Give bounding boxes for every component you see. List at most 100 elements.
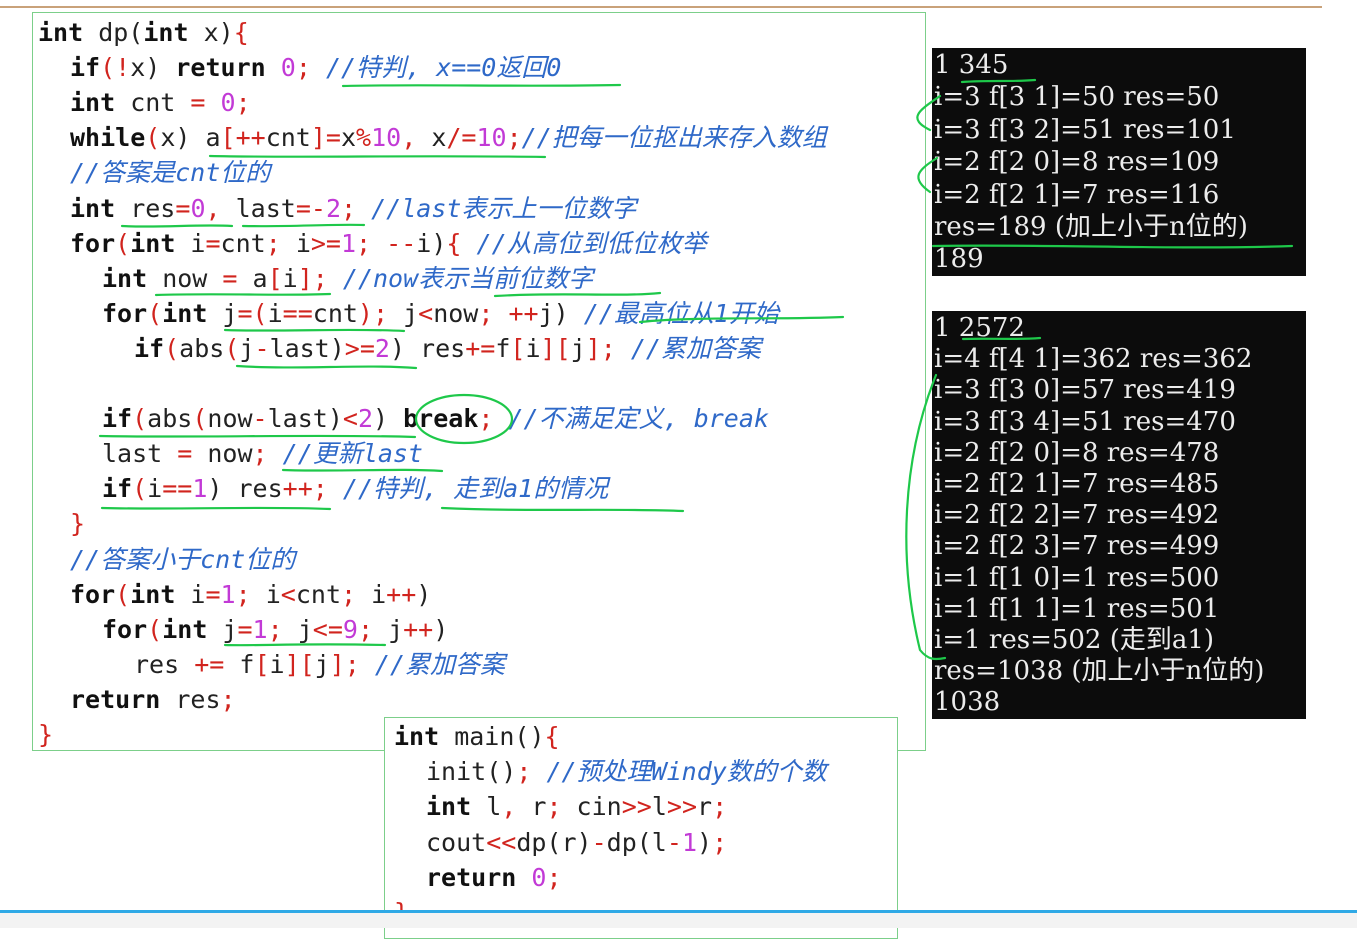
code-token: //预处理Windy数的个数: [546, 757, 827, 787]
code-token: ,: [205, 193, 221, 223]
code-token: ;: [267, 614, 283, 644]
code-token: j: [314, 649, 330, 679]
code-token: }: [38, 720, 54, 749]
code-token: >>: [666, 792, 697, 822]
code-token: j: [207, 298, 238, 328]
code-token: int: [426, 792, 472, 822]
code-token: i): [416, 228, 447, 258]
code-token: //更新last: [282, 439, 423, 469]
code-token: //把每一位抠出来存入数组: [521, 123, 827, 153]
code-token: (: [224, 333, 240, 363]
code-token: ;: [341, 193, 357, 223]
code-token: dp(r): [516, 827, 592, 857]
code-token: j: [570, 333, 586, 363]
code-token: if: [102, 474, 133, 504]
code-token: x): [188, 18, 234, 47]
code-token: ): [416, 579, 432, 609]
terminal-line: res=1038 (加上小于n位的): [934, 656, 1265, 687]
code-token: now: [207, 404, 253, 434]
code-token: i: [269, 649, 285, 679]
code-token: ;: [356, 228, 372, 258]
code-token: last): [267, 404, 343, 434]
terminal-line: i=1 f[1 1]=1 res=501: [934, 593, 1220, 624]
code-token: j: [239, 333, 255, 363]
code-token: 10: [371, 123, 402, 153]
code-token: i: [175, 579, 206, 609]
code-token: l: [471, 792, 502, 822]
code-token: =(: [237, 298, 268, 328]
code-token: ==: [162, 474, 193, 504]
code-token: a: [237, 263, 268, 293]
code-token: for: [70, 579, 116, 609]
code-token: 2: [357, 404, 373, 434]
code-token: 1: [220, 579, 236, 609]
code-token: r: [697, 792, 713, 822]
code-token: cnt: [295, 579, 341, 609]
code-token: x: [416, 123, 447, 153]
code-token: i: [356, 579, 387, 609]
code-token: {: [544, 722, 560, 751]
code-token: int: [130, 228, 176, 258]
code-token: ;: [516, 757, 532, 787]
code-token: return: [426, 862, 517, 892]
code-token: //不满足定义, break: [508, 404, 769, 434]
code-token: abs: [147, 404, 193, 434]
code-token: ];: [297, 263, 328, 293]
dp-code-line: int now = a[i]; //now表示当前位数字: [102, 262, 593, 296]
code-token: for: [70, 228, 116, 258]
code-token: [++: [220, 123, 266, 153]
code-token: f: [495, 333, 511, 363]
code-token: =: [177, 439, 193, 469]
code-token: cout: [426, 827, 487, 857]
code-token: j): [538, 298, 584, 328]
code-token: ;: [712, 792, 728, 822]
terminal-output-2572: 1 2572 i=4 f[4 1]=362 res=362 i=3 f[3 0]=5…: [932, 311, 1306, 719]
code-token: //特判, 走到a1的情况: [342, 474, 609, 504]
code-token: x): [130, 53, 176, 83]
dp-code-line: for(int i=cnt; i>=1; --i){ //从高位到低位枚举: [70, 227, 707, 261]
code-token: j: [373, 614, 404, 644]
code-token: -: [254, 333, 270, 363]
terminal-output-345: 1 345 i=3 f[3 1]=50 res=50 i=3 f[3 2]=51 r…: [932, 48, 1306, 276]
code-token: }: [70, 509, 86, 539]
terminal-line: i=2 f[2 2]=7 res=492: [934, 500, 1220, 531]
code-token: ): [697, 827, 713, 857]
code-token: for: [102, 298, 148, 328]
code-token: /=: [446, 123, 477, 153]
code-token: l: [651, 792, 667, 822]
code-token: 2: [325, 193, 341, 223]
code-token: i: [282, 263, 298, 293]
code-token: return: [70, 684, 161, 714]
code-token: if: [70, 53, 101, 83]
main-code-line: int main(){: [394, 720, 560, 754]
code-token: ): [373, 404, 404, 434]
code-token: now: [192, 439, 253, 469]
code-token: i: [250, 579, 281, 609]
code-token: i: [267, 298, 283, 328]
code-token: main(): [439, 722, 545, 751]
code-token: x) a: [160, 123, 221, 153]
code-token: --: [386, 228, 417, 258]
code-token: ;: [546, 792, 562, 822]
code-token: dp(l: [606, 827, 667, 857]
dp-code-line: res += f[i][j]; //累加答案: [134, 648, 505, 682]
code-token: int: [38, 18, 84, 47]
code-token: ;: [265, 228, 281, 258]
code-token: ;: [220, 684, 236, 714]
code-token: res: [160, 684, 221, 714]
terminal-line: i=1 res=502 (走到a1): [934, 625, 1215, 655]
code-token: ;: [712, 827, 728, 857]
code-token: ,: [501, 792, 517, 822]
main-code-line: cout<<dp(r)-dp(l-1);: [426, 826, 727, 860]
code-token: ;: [235, 579, 251, 609]
code-token: int: [162, 614, 208, 644]
dp-code-line: if(i==1) res++; //特判, 走到a1的情况: [102, 472, 608, 506]
code-token: {: [233, 18, 249, 47]
code-token: //答案是cnt位的: [70, 158, 271, 188]
code-token: ==: [282, 298, 313, 328]
